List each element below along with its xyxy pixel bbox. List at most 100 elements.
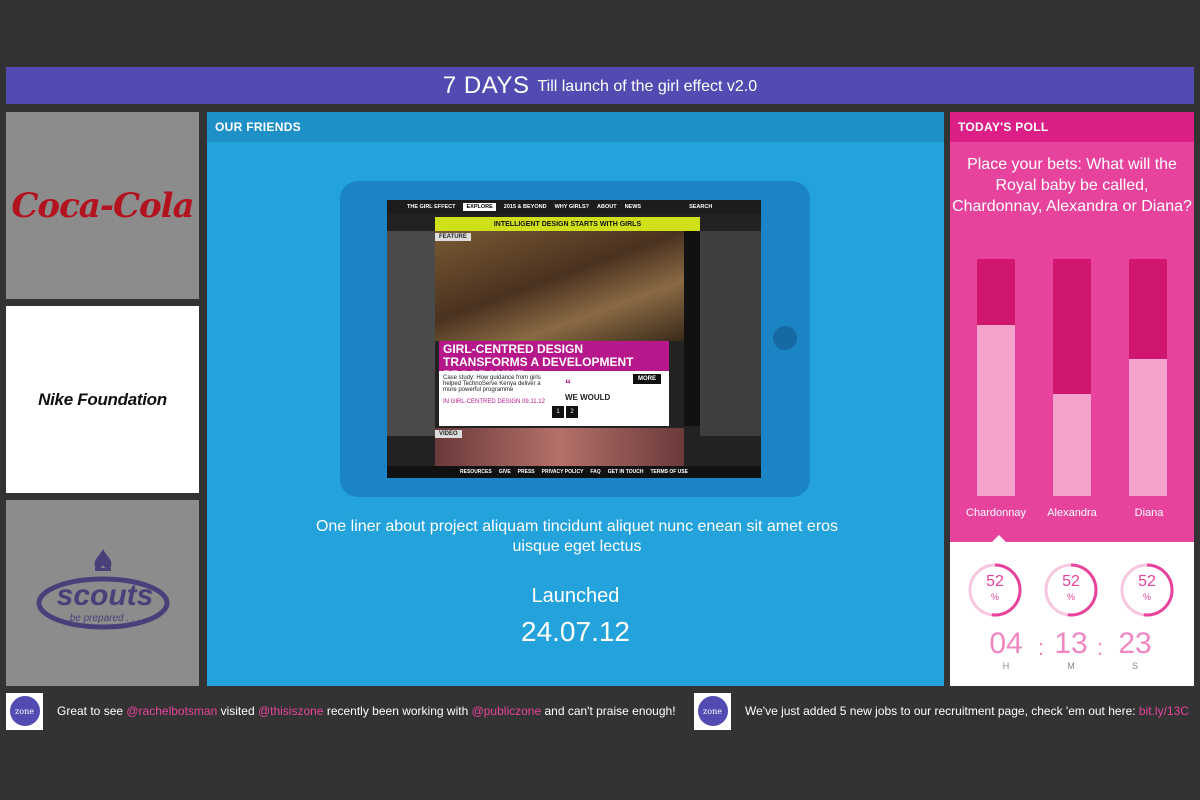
screen-brand: THE GIRL EFFECT xyxy=(407,204,456,210)
short-link[interactable]: bit.ly/13C xyxy=(1139,704,1189,718)
zone-avatar-label: zone xyxy=(9,696,40,726)
screen-nav-2015: 2015 & BEYOND xyxy=(503,204,547,210)
poll-bar-chardonnay[interactable] xyxy=(977,259,1015,496)
todays-poll-panel: TODAY'S POLL Place your bets: What will … xyxy=(950,112,1194,686)
screen-footer-link: PRESS xyxy=(517,469,535,475)
result-unit: % xyxy=(1066,592,1075,602)
screen-nav-why-girls: WHY GIRLS? xyxy=(554,204,590,210)
tweet-text-part: We've just added 5 new jobs to our recru… xyxy=(745,704,1139,718)
our-friends-header: OUR FRIENDS xyxy=(207,112,944,142)
screen-right-column xyxy=(700,231,761,436)
result-ring-alexandra: 52 % xyxy=(1043,562,1099,618)
poll-bar-fill xyxy=(977,325,1015,496)
poll-header: TODAY'S POLL xyxy=(950,112,1194,142)
avatar: zone xyxy=(6,692,43,730)
screen-left-column xyxy=(387,231,435,436)
screen-footer: RESOURCES GIVE PRESS PRIVACY POLICY FAQ … xyxy=(387,466,761,478)
screen-video-label: VIDEO xyxy=(435,430,462,438)
quote-icon: “ xyxy=(565,377,571,391)
result-ring-graphic xyxy=(968,563,1022,617)
timer-separator: : xyxy=(1096,635,1104,660)
timer-hours: 04 xyxy=(989,627,1023,660)
result-value: 52 xyxy=(986,573,1004,590)
screen-page-2: 2 xyxy=(566,406,578,418)
tweet-text-part: and can't praise enough! xyxy=(541,704,676,718)
days-remaining: 7 DAYS xyxy=(442,71,530,99)
tweet-text-part: visited xyxy=(217,704,258,718)
screen-headline: GIRL-CENTRED DESIGN TRANSFORMS A DEVELOP… xyxy=(439,341,669,382)
result-value: 52 xyxy=(1062,573,1080,590)
result-value: 52 xyxy=(1138,573,1156,590)
screen-nav-about: ABOUT xyxy=(597,204,617,210)
scouts-logo-tile[interactable]: scouts be prepared . . . xyxy=(6,500,199,686)
countdown-subtitle: Till launch of the girl effect v2.0 xyxy=(537,77,758,95)
screen-footer-link: GET IN TOUCH xyxy=(607,469,644,475)
result-ring-chardonnay: 52 % xyxy=(967,562,1023,618)
screen-footer-link: FAQ xyxy=(590,469,601,475)
avatar: zone xyxy=(694,692,731,730)
mention-link[interactable]: @thisiszone xyxy=(258,704,324,718)
project-description: One liner about project aliquam tincidun… xyxy=(315,518,839,555)
screen-banner: INTELLIGENT DESIGN STARTS WITH GIRLS xyxy=(435,217,700,231)
poll-bar-fill xyxy=(1129,358,1167,496)
poll-option-diana[interactable]: Diana xyxy=(1104,507,1194,519)
screen-page-1: 1 xyxy=(552,406,564,418)
screen-more-button: MORE xyxy=(633,374,661,384)
mention-link[interactable]: @publiczone xyxy=(472,704,542,718)
result-ring-graphic xyxy=(1044,563,1098,617)
screen-feature-photo xyxy=(435,231,684,341)
timer-separator: : xyxy=(1037,635,1045,660)
screen-case-study: Case study: How guidance from girls help… xyxy=(443,375,541,393)
result-ring-graphic xyxy=(1120,563,1174,617)
tablet-home-button xyxy=(773,326,797,350)
our-friends-panel: OUR FRIENDS THE GIRL EFFECT EXPLORE 2015… xyxy=(207,112,944,686)
result-unit: % xyxy=(990,592,999,602)
zone-avatar-label: zone xyxy=(697,696,728,726)
poll-bar-alexandra[interactable] xyxy=(1053,259,1091,496)
tweet-item[interactable]: zone Great to see @rachelbotsman visited… xyxy=(6,692,676,730)
tweet-item[interactable]: zone We've just added 5 new jobs to our … xyxy=(694,692,1189,730)
screen-search: SEARCH xyxy=(689,204,713,210)
poll-question: Place your bets: What will the Royal bab… xyxy=(952,156,1192,215)
timer-minutes: 13 xyxy=(1054,627,1088,660)
screen-footer-link: TERMS OF USE xyxy=(650,469,688,475)
scouts-logo-icon: scouts be prepared . . . xyxy=(36,549,169,630)
launched-label: Launched xyxy=(531,585,620,607)
screen-nav-bar: THE GIRL EFFECT EXPLORE 2015 & BEYOND WH… xyxy=(387,200,761,214)
poll-bar-fill xyxy=(1053,394,1091,496)
coca-cola-logo-tile[interactable]: Coca-Cola xyxy=(6,112,199,299)
nike-foundation-logo-tile[interactable]: Nike Foundation xyxy=(6,306,199,493)
twitter-feed: zone Great to see @rachelbotsman visited… xyxy=(0,688,1200,734)
svg-text:be prepared . . .: be prepared . . . xyxy=(69,613,140,624)
screen-pager: 1 2 xyxy=(552,406,578,418)
timer-seconds-unit: S xyxy=(1131,661,1138,671)
screen-category: IN GIRL-CENTRED DESIGN 09.11.12 xyxy=(443,399,545,405)
screen-quote-heading: WE WOULD xyxy=(565,393,611,402)
result-unit: % xyxy=(1142,592,1151,602)
screen-video-strip: VIDEO xyxy=(435,428,684,466)
poll-results: 52 % 52 % 52 % 04 : 13 : 23 H M S xyxy=(950,535,1194,686)
tweet-text-part: Great to see xyxy=(57,704,127,718)
launch-date: 24.07.12 xyxy=(521,616,630,647)
result-ring-diana: 52 % xyxy=(1119,562,1175,618)
website-screenshot[interactable]: THE GIRL EFFECT EXPLORE 2015 & BEYOND WH… xyxy=(387,200,761,478)
mention-link[interactable]: @rachelbotsman xyxy=(126,704,217,718)
tweet-text: We've just added 5 new jobs to our recru… xyxy=(745,704,1189,718)
screen-nav-news: NEWS xyxy=(624,204,642,210)
coca-cola-logo: Coca-Cola xyxy=(11,185,194,226)
screen-share-icons xyxy=(684,231,700,426)
tweet-text-part: recently been working with xyxy=(323,704,472,718)
screen-footer-link: RESOURCES xyxy=(460,469,492,475)
selection-pointer xyxy=(992,535,1006,542)
screen-nav-explore: EXPLORE xyxy=(463,203,496,211)
svg-text:scouts: scouts xyxy=(56,579,153,612)
tablet-mockup: THE GIRL EFFECT EXPLORE 2015 & BEYOND WH… xyxy=(340,181,810,497)
nike-foundation-logo: Nike Foundation xyxy=(38,389,167,409)
tweet-text: Great to see @rachelbotsman visited @thi… xyxy=(57,704,676,718)
screen-feature-label: FEATURE xyxy=(435,233,471,241)
timer-hours-unit: H xyxy=(1002,661,1010,671)
timer-seconds: 23 xyxy=(1118,627,1152,660)
countdown-banner: 7 DAYS Till launch of the girl effect v2… xyxy=(6,67,1194,104)
poll-bar-diana[interactable] xyxy=(1129,259,1167,496)
screen-footer-link: GIVE xyxy=(498,469,511,475)
